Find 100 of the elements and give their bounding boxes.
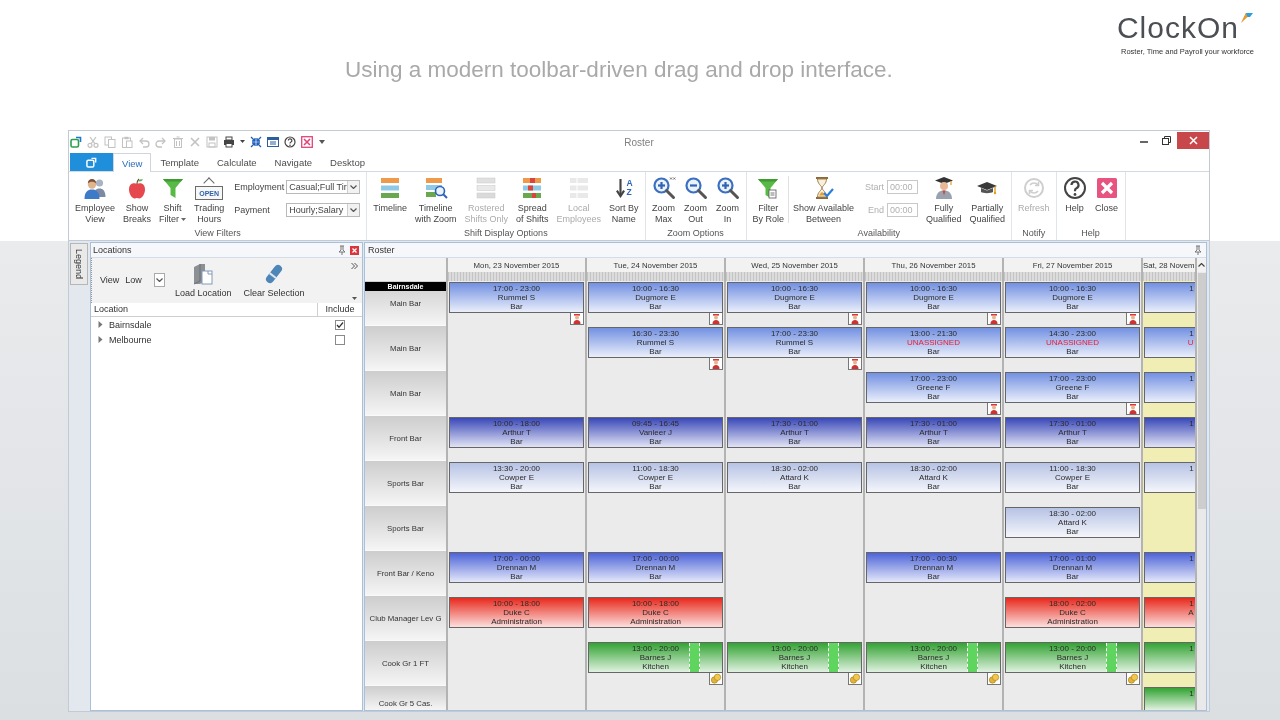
shift-block[interactable]: 1 [1144, 372, 1195, 403]
ribbon-button[interactable]: Zoom Out [679, 176, 712, 225]
ribbon-button[interactable]: Timeline [369, 176, 411, 214]
checkbox[interactable] [335, 319, 345, 330]
role-label: Bar [649, 482, 662, 491]
shift-block[interactable]: 17:00 - 23:30 Rummel S Bar [727, 327, 862, 358]
shift-block[interactable]: 11:00 - 18:30 Cowper E Bar [588, 462, 723, 493]
shift-block[interactable]: 13:00 - 20:00 Barnes J Kitchen [1005, 642, 1140, 673]
shift-block[interactable]: 17:00 - 00:00 Drennan M Bar [588, 552, 723, 583]
close-icon[interactable] [350, 245, 359, 255]
ribbon-button[interactable]: Timeline with Zoom [410, 176, 461, 225]
shift-block[interactable]: 13:00 - 20:00 Barnes J Kitchen [866, 642, 1001, 673]
ribbon-tab[interactable]: Desktop [321, 153, 374, 171]
ribbon-button[interactable]: Show Available Between [789, 176, 858, 225]
toolbar-button[interactable]: Clear Selection [241, 263, 307, 303]
ribbon-tab[interactable]: Template [151, 153, 208, 171]
ribbon-button[interactable]: Shift Filter [155, 176, 191, 225]
shift-time: 1 [1189, 329, 1194, 338]
ribbon-button[interactable]: Partially Qualified [965, 176, 1009, 225]
shift-block[interactable]: 1 [1144, 687, 1195, 710]
expand-arrow-icon[interactable] [97, 336, 104, 343]
shift-block[interactable]: 17:00 - 23:00 Greene F Bar [866, 372, 1001, 403]
shift-block[interactable]: 18:30 - 02:00 Attard K Bar [1005, 507, 1140, 538]
dropdown-field[interactable]: Casual;Full Tir [286, 180, 361, 194]
printer-icon[interactable] [223, 136, 235, 148]
shift-block[interactable]: 1 [1144, 282, 1195, 313]
shift-block[interactable]: 14:30 - 23:00 UNASSIGNED Bar [1005, 327, 1140, 358]
expand-arrow-icon[interactable] [97, 321, 104, 328]
shift-block[interactable]: 18:30 - 02:00 Attard K Bar [727, 462, 862, 493]
ribbon-button[interactable]: Zoom Max [647, 176, 680, 225]
funnel-icon [160, 176, 185, 200]
shift-block[interactable]: 17:00 - 23:00 Rummel S Bar [449, 282, 584, 313]
toolbar-button[interactable]: Load Location [172, 263, 234, 303]
close-button[interactable] [1177, 132, 1209, 149]
app-menu-button[interactable] [70, 153, 113, 171]
shift-block[interactable]: 1 [1144, 462, 1195, 493]
ribbon-button[interactable]: Fully Qualified [921, 176, 966, 225]
view-dropdown[interactable]: Low [125, 273, 165, 287]
shift-block[interactable]: 17:30 - 01:00 Arthur T Bar [1005, 417, 1140, 448]
ribbon-tab[interactable]: Calculate [208, 153, 266, 171]
shift-block[interactable]: 1 [1144, 552, 1195, 583]
arrows-icon[interactable] [250, 136, 262, 148]
restore-icon[interactable] [1161, 135, 1171, 145]
shift-block[interactable]: 13:30 - 20:00 Cowper E Bar [449, 462, 584, 493]
shift-block[interactable]: 10:00 - 16:30 Dugmore E Bar [588, 282, 723, 313]
shift-block[interactable]: 17:00 - 00:00 Drennan M Bar [449, 552, 584, 583]
shift-block[interactable]: 13:00 - 21:30 UNASSIGNED Bar [866, 327, 1001, 358]
scroll-up-icon[interactable] [1198, 263, 1206, 267]
tree-item[interactable]: Melbourne [109, 334, 318, 345]
shift-block[interactable]: 17:00 - 00:30 Drennan M Bar [866, 552, 1001, 583]
shift-block[interactable]: 13:00 - 20:00 Barnes J Kitchen [588, 642, 723, 673]
checkbox[interactable] [335, 334, 345, 345]
shift-block[interactable]: 18:00 - 02:00 Duke C Administration [1005, 597, 1140, 628]
legend-tab[interactable]: Legend [70, 243, 88, 286]
shift-time: 13:30 - 20:00 [492, 464, 541, 473]
shift-block[interactable]: 18:30 - 02:00 Attard K Bar [866, 462, 1001, 493]
ribbon-tab[interactable]: View [113, 153, 152, 172]
pin-icon[interactable] [338, 245, 346, 255]
shift-block[interactable]: 10:00 - 16:30 Dugmore E Bar [727, 282, 862, 313]
scrollbar-thumb[interactable] [1197, 273, 1206, 509]
caret-icon[interactable] [352, 297, 357, 300]
shift-block[interactable]: 10:00 - 18:00 Duke C Administration [449, 597, 584, 628]
shift-block[interactable]: 10:00 - 16:30 Dugmore E Bar [1005, 282, 1140, 313]
magnifier-plus-icon [651, 176, 676, 200]
ribbon-button[interactable]: Close [1090, 176, 1123, 214]
shift-block[interactable]: 10:00 - 16:30 Dugmore E Bar [866, 282, 1001, 313]
shift-block[interactable]: 17:30 - 01:00 Arthur T Bar [866, 417, 1001, 448]
window-icon[interactable] [267, 136, 279, 148]
tree-item[interactable]: Bairnsdale [109, 319, 318, 330]
shift-block[interactable]: 11:00 - 18:30 Cowper E Bar [1005, 462, 1140, 493]
ribbon-tab[interactable]: Navigate [265, 153, 322, 171]
help-icon[interactable] [284, 136, 296, 148]
ribbon-button[interactable]: Employee View [71, 176, 120, 225]
role-label: Bar [649, 302, 662, 311]
shift-block[interactable]: 10:00 - 18:00 Arthur T Bar [449, 417, 584, 448]
shift-block[interactable]: 1 U [1144, 327, 1195, 358]
ribbon-button[interactable]: Help [1058, 176, 1091, 214]
app-icon[interactable] [70, 136, 82, 148]
shift-block[interactable]: 1 A [1144, 597, 1195, 628]
shift-block[interactable]: 17:00 - 01:00 Drennan M Bar [1005, 552, 1140, 583]
shift-block[interactable]: 16:30 - 23:30 Rummel S Bar [588, 327, 723, 358]
overflow-chevron-icon[interactable] [351, 263, 358, 269]
ribbon-button[interactable]: Spread of Shifts [511, 176, 553, 225]
role-label: Bar [510, 437, 523, 446]
shift-time: 10:00 - 16:30 [909, 284, 958, 293]
shift-block[interactable]: 10:00 - 18:00 Duke C Administration [588, 597, 723, 628]
pin-icon[interactable] [1194, 245, 1202, 255]
ribbon-button[interactable]: Filter By Role [748, 176, 789, 225]
ribbon-button[interactable]: Show Breaks [119, 176, 156, 225]
shift-block[interactable]: 13:00 - 20:00 Barnes J Kitchen [727, 642, 862, 673]
shift-block[interactable]: 17:00 - 23:00 Greene F Bar [1005, 372, 1140, 403]
ribbon-button[interactable]: AZ Sort By Name [605, 176, 643, 225]
role-label: Bar [927, 437, 940, 446]
field-label: Payment [234, 205, 271, 215]
shift-block[interactable]: 17:30 - 01:00 Arthur T Bar [727, 417, 862, 448]
shift-block[interactable]: 1 [1144, 642, 1195, 673]
ribbon-button[interactable]: Zoom In [711, 176, 744, 225]
shift-block[interactable]: 09:45 - 16:45 Vanleer J Bar [588, 417, 723, 448]
close-icon[interactable] [301, 136, 313, 148]
dropdown-field[interactable]: Hourly;Salary [286, 203, 361, 217]
